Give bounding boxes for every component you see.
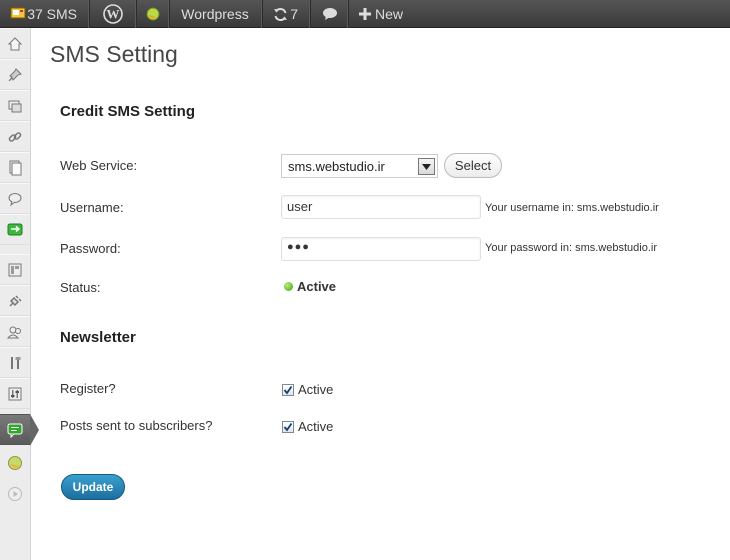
chevron-down-icon[interactable]: [418, 158, 435, 175]
menu-plugin-ball[interactable]: [0, 447, 30, 478]
register-checkbox-label: Active: [298, 382, 334, 397]
feedback-icon: [7, 222, 23, 238]
username-label: Username:: [60, 200, 124, 215]
posts-sent-checkbox[interactable]: [282, 420, 294, 433]
web-service-value: sms.webstudio.ir: [288, 159, 385, 174]
appearance-icon: [7, 262, 23, 278]
posts-sent-checkbox-row: Active: [282, 419, 333, 434]
newsletter-section-heading: Newsletter: [60, 329, 136, 346]
menu-media[interactable]: [0, 90, 30, 121]
dashboard-icon: [7, 36, 23, 52]
menu-links[interactable]: [0, 121, 30, 152]
status-dot-icon: [284, 282, 293, 291]
settings-icon: [7, 386, 23, 402]
pages-icon: [7, 160, 23, 176]
password-input[interactable]: ●●●: [281, 237, 481, 261]
wordpress-icon: W: [103, 4, 123, 24]
register-checkbox[interactable]: [282, 383, 294, 396]
plugin-ball-icon: [146, 7, 160, 21]
admin-bar: 37 SMS W Wordpress 7 New: [0, 0, 730, 28]
site-name-item[interactable]: Wordpress: [170, 0, 263, 28]
wp-logo-item[interactable]: W: [90, 0, 137, 28]
plugin-ball-icon: [7, 455, 23, 471]
tools-icon: [7, 355, 23, 371]
posts-icon: [7, 67, 23, 83]
media-icon: [7, 98, 23, 114]
new-item[interactable]: New: [349, 0, 415, 28]
admin-menu: [0, 28, 39, 560]
status-label: Status:: [60, 280, 101, 295]
updates-count: 7: [290, 6, 298, 22]
status-indicator: Active: [284, 279, 336, 294]
register-label: Register?: [60, 381, 116, 396]
menu-plugins[interactable]: [0, 285, 30, 316]
site-name-label: Wordpress: [181, 6, 249, 22]
comment-bubble-icon: [322, 7, 338, 21]
new-label: New: [374, 6, 403, 22]
users-icon: [7, 324, 23, 340]
menu-tools[interactable]: [0, 347, 30, 378]
posts-sent-checkbox-label: Active: [298, 419, 334, 434]
menu-settings[interactable]: [0, 378, 30, 409]
menu-dashboard[interactable]: [0, 28, 30, 59]
register-checkbox-row: Active: [282, 382, 333, 397]
updates-item[interactable]: 7: [263, 0, 311, 28]
sms-icon: [10, 7, 26, 21]
menu-comments[interactable]: [0, 183, 30, 214]
menu-users[interactable]: [0, 316, 30, 347]
play-icon: [7, 486, 23, 502]
username-input[interactable]: user: [281, 195, 481, 219]
refresh-icon: [273, 7, 288, 22]
status-value: Active: [297, 279, 337, 294]
sms-count-item[interactable]: 37 SMS: [0, 0, 90, 28]
plugins-icon: [7, 293, 23, 309]
svg-text:W: W: [107, 7, 120, 22]
menu-sms-current[interactable]: [0, 414, 30, 445]
username-hint: Your username in: sms.webstudio.ir: [485, 202, 659, 214]
main-content: SMS Setting Credit SMS Setting Web Servi…: [31, 28, 730, 560]
sms-icon: [7, 422, 23, 438]
select-button[interactable]: Select: [444, 153, 502, 178]
menu-posts[interactable]: [0, 59, 30, 90]
menu-play[interactable]: [0, 478, 30, 509]
credit-section-heading: Credit SMS Setting: [60, 103, 196, 120]
update-button[interactable]: Update: [61, 474, 125, 500]
web-service-select[interactable]: sms.webstudio.ir: [281, 154, 438, 178]
menu-pages[interactable]: [0, 152, 30, 183]
password-hint: Your password in: sms.webstudio.ir: [485, 242, 658, 254]
web-service-label: Web Service:: [60, 158, 138, 173]
comments-item[interactable]: [311, 0, 349, 28]
links-icon: [7, 129, 23, 145]
comments-icon: [7, 191, 23, 207]
password-label: Password:: [60, 241, 121, 256]
sms-count-label: 37 SMS: [27, 6, 77, 22]
menu-feedback[interactable]: [0, 214, 30, 245]
posts-sent-label: Posts sent to subscribers?: [60, 418, 213, 433]
page-title: SMS Setting: [50, 41, 178, 67]
menu-appearance[interactable]: [0, 254, 30, 285]
plugin-ball-item[interactable]: [137, 0, 170, 28]
plus-icon: [359, 8, 371, 20]
